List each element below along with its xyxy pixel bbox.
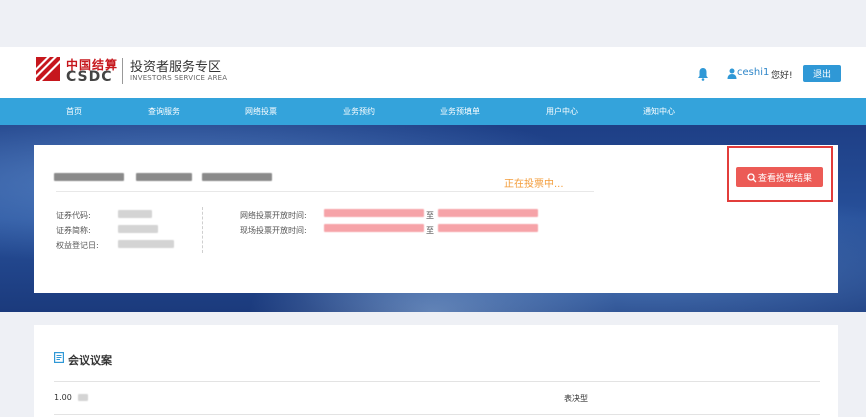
- agenda-item-type: 表决型: [564, 394, 588, 403]
- redacted-time: [438, 224, 538, 232]
- csdc-logo-icon: [36, 57, 60, 81]
- redacted-value: [118, 225, 158, 233]
- view-vote-results-label: 查看投票结果: [757, 173, 812, 184]
- title-divider: [56, 191, 594, 192]
- nav-item-prefill-form[interactable]: 业务预填单: [440, 106, 480, 117]
- agenda-row-divider: [54, 414, 820, 415]
- search-icon: [747, 172, 757, 182]
- agenda-item-number: 1.00: [54, 393, 72, 402]
- voting-status: 正在投票中...: [504, 179, 564, 190]
- agenda-card: 会议议案 1.00 表决型: [34, 325, 838, 417]
- brand-divider: [122, 58, 123, 84]
- info-separator: [202, 207, 203, 253]
- bell-icon[interactable]: [697, 67, 709, 81]
- agenda-title: 会议议案: [68, 354, 112, 367]
- security-code-label: 证券代码:: [56, 211, 91, 220]
- greeting-text: 您好!: [771, 71, 793, 81]
- nav-item-online-voting[interactable]: 网络投票: [245, 106, 277, 117]
- redacted-time: [438, 209, 538, 217]
- to-text: 至: [426, 226, 434, 235]
- top-gap: [0, 0, 866, 47]
- meeting-info-card: 正在投票中... 证券代码: 证券简称: 权益登记日: 网络投票开放时间: 至 …: [34, 145, 838, 293]
- nav-item-notice-center[interactable]: 通知中心: [643, 106, 675, 117]
- redacted-value: [118, 210, 152, 218]
- redacted-time: [324, 224, 424, 232]
- to-text: 至: [426, 211, 434, 220]
- nav-item-user-center[interactable]: 用户中心: [546, 106, 578, 117]
- user-name-link[interactable]: ceshi1: [737, 67, 769, 78]
- nav-item-home[interactable]: 首页: [66, 106, 82, 117]
- security-abbr-label: 证券简称:: [56, 226, 91, 235]
- user-icon: [727, 68, 737, 79]
- main-nav: 首页 查询服务 网络投票 业务预约 业务预填单 用户中心 通知中心: [0, 98, 866, 125]
- site-header: 中国结算 CSDC 投资者服务专区 INVESTORS SERVICE AREA…: [0, 47, 866, 98]
- nav-item-query-service[interactable]: 查询服务: [148, 106, 180, 117]
- area-title-cn: 投资者服务专区: [130, 60, 222, 75]
- agenda-divider: [54, 381, 820, 382]
- online-vote-time-label: 网络投票开放时间:: [240, 211, 307, 220]
- record-date-label: 权益登记日:: [56, 241, 99, 250]
- redacted-title-part: [136, 173, 192, 181]
- redacted-agenda-name: [78, 394, 88, 401]
- brand-name-en: CSDC: [66, 69, 113, 85]
- nav-item-appointment[interactable]: 业务预约: [343, 106, 375, 117]
- area-title-en: INVESTORS SERVICE AREA: [130, 74, 228, 82]
- view-vote-results-button[interactable]: 查看投票结果: [736, 167, 823, 187]
- logout-button[interactable]: 退出: [803, 65, 841, 82]
- redacted-value: [118, 240, 174, 248]
- redacted-time: [324, 209, 424, 217]
- redacted-title-part: [54, 173, 124, 181]
- document-icon: [54, 352, 64, 363]
- redacted-title-part: [202, 173, 272, 181]
- onsite-vote-time-label: 现场投票开放时间:: [240, 226, 307, 235]
